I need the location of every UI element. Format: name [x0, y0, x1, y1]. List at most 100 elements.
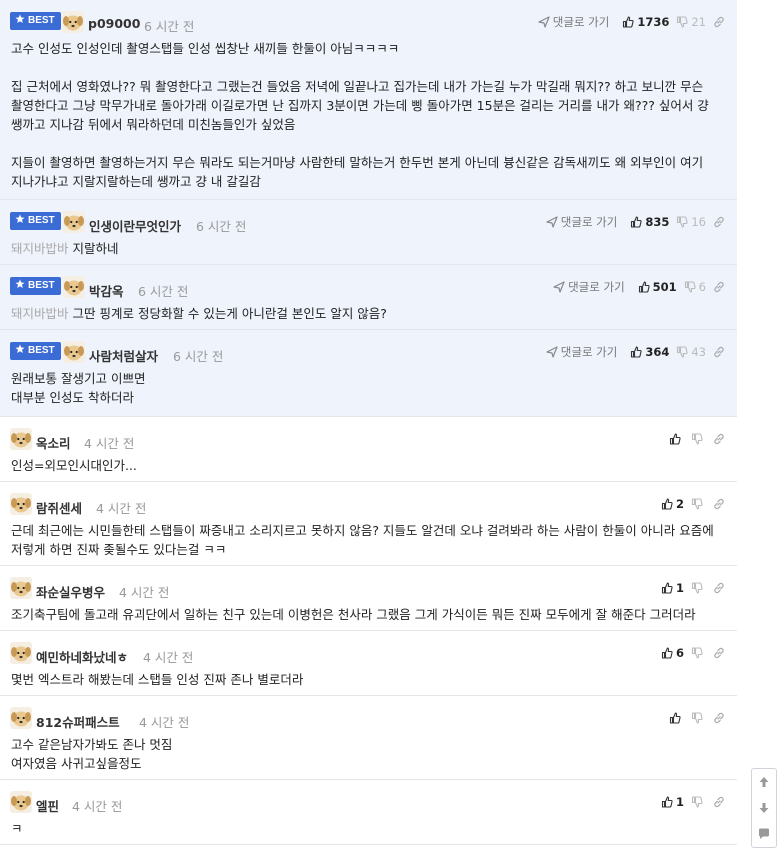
downvote-button[interactable] [691, 647, 706, 659]
avatar[interactable] [10, 577, 32, 599]
downvote-button[interactable] [691, 433, 706, 445]
best-badge-label: BEST [28, 215, 55, 226]
downvote-button[interactable] [691, 498, 706, 510]
reply-arrow-icon [553, 281, 565, 293]
comment-body: 몇번 엑스트라 해봤는데 스탭들 인성 진짜 존나 별로더라 [0, 663, 737, 699]
comment-author[interactable]: 엘핀 [36, 796, 59, 815]
reply-arrow-icon [546, 346, 558, 358]
comment-text: 고수 인성도 인성인데 촬영스탭들 인성 씹창난 새끼들 한둘이 아님ㅋㅋㅋㅋ [11, 41, 400, 56]
permalink-button[interactable] [713, 433, 725, 445]
avatar[interactable] [10, 642, 32, 664]
permalink-button[interactable] [713, 16, 725, 28]
reply-link[interactable]: 댓글로 가기 [546, 344, 617, 360]
comment-author[interactable]: 박감옥 [89, 281, 124, 300]
comment-actions: 1 [661, 794, 725, 810]
upvote-button[interactable]: 1 [661, 795, 684, 809]
downvote-button[interactable] [691, 796, 706, 808]
thumbs-up-icon [661, 498, 673, 510]
comment-text: 지랄하네 [72, 241, 119, 256]
comment-author[interactable]: 812슈퍼패스트 [36, 712, 120, 731]
avatar[interactable] [62, 11, 84, 33]
arrow-up-icon[interactable] [757, 775, 771, 789]
comment-item: BEST 사람처럼살자 6 시간 전 댓글로 가기 364 43 원래보통 잘생기고 이쁘면… [0, 330, 737, 417]
upvote-button[interactable] [669, 712, 684, 724]
best-badge-label: BEST [28, 15, 55, 26]
comment-author[interactable]: p09000 [88, 16, 140, 31]
avatar[interactable] [10, 493, 32, 515]
comment-text: 인성=외모인시대인가... [11, 458, 137, 473]
avatar[interactable] [63, 341, 85, 363]
permalink-button[interactable] [713, 498, 725, 510]
comment-time: 6 시간 전 [196, 219, 247, 234]
downvote-button[interactable] [691, 582, 706, 594]
permalink-button[interactable] [713, 712, 725, 724]
downvote-button[interactable] [691, 712, 706, 724]
comment-author[interactable]: 예민하네화났네ㅎ [36, 647, 128, 666]
permalink-button[interactable] [713, 346, 725, 358]
thumbs-up-icon [669, 712, 681, 724]
reply-target[interactable]: 돼지바밥바 [11, 241, 69, 256]
comment-body: ㅋ [0, 812, 737, 848]
avatar[interactable] [63, 211, 85, 233]
upvote-button[interactable]: 1 [661, 581, 684, 595]
downvote-count: 16 [691, 215, 706, 229]
downvote-button[interactable]: 16 [676, 215, 706, 229]
upvote-count: 501 [652, 280, 677, 294]
chat-bubble-icon[interactable] [757, 827, 771, 841]
thumbs-down-icon [691, 498, 703, 510]
comment-author[interactable]: 좌순실우병우 [36, 582, 105, 601]
arrow-down-icon[interactable] [757, 801, 771, 815]
upvote-button[interactable]: 1736 [622, 15, 669, 29]
comment-actions: 댓글로 가기 835 16 [546, 214, 725, 230]
comment-header: BEST 사람처럼살자 6 시간 전 댓글로 가기 364 43 [0, 330, 737, 365]
upvote-button[interactable]: 6 [661, 646, 684, 660]
upvote-button[interactable]: 364 [630, 345, 669, 359]
comment-paragraph: 조기축구팀에 돌고래 유괴단에서 일하는 친구 있는데 이병헌은 천사라 그랬음… [11, 605, 725, 624]
downvote-button[interactable]: 21 [676, 15, 706, 29]
thumbs-up-icon [623, 16, 634, 28]
comment-author[interactable]: 람쥐센세 [36, 498, 82, 517]
comment-header: 옥소리 4 시간 전 [0, 417, 737, 452]
thumbs-up-icon [631, 346, 642, 358]
permalink-button[interactable] [713, 216, 725, 228]
reply-link[interactable]: 댓글로 가기 [546, 214, 617, 230]
thumbs-up-icon [661, 796, 673, 808]
star-icon [15, 14, 25, 23]
comment-header: 좌순실우병우 4 시간 전 1 [0, 566, 737, 601]
comment-text: 원래보통 잘생기고 이쁘면 대부분 인성도 착하더라 [11, 371, 146, 405]
avatar[interactable] [10, 707, 32, 729]
comment-text: 집 근처에서 영화였나?? 뭐 촬영한다고 그랬는건 들었음 저녁에 일끝나고 … [11, 79, 709, 132]
upvote-button[interactable]: 835 [630, 215, 669, 229]
best-badge-label: BEST [28, 280, 55, 291]
reply-link[interactable]: 댓글로 가기 [553, 279, 625, 295]
comment-time: 6 시간 전 [173, 349, 224, 364]
avatar[interactable] [63, 276, 85, 298]
avatar[interactable] [10, 428, 32, 450]
comment-author[interactable]: 인생이란무엇인가 [89, 216, 181, 235]
permalink-button[interactable] [713, 647, 725, 659]
link-icon [714, 712, 724, 724]
permalink-button[interactable] [713, 796, 725, 808]
comment-header: BEST 인생이란무엇인가 6 시간 전 댓글로 가기 835 16 [0, 200, 737, 235]
downvote-button[interactable]: 6 [684, 280, 706, 294]
upvote-button[interactable]: 2 [661, 497, 684, 511]
comment-time: 4 시간 전 [96, 501, 147, 516]
best-badge: BEST [10, 277, 61, 295]
permalink-button[interactable] [713, 582, 725, 594]
comment-body: 돼지바밥바 지랄하네 [0, 232, 737, 268]
reply-target[interactable]: 돼지바밥바 [11, 306, 69, 321]
comment-header: 람쥐센세 4 시간 전 2 [0, 482, 737, 517]
downvote-button[interactable]: 43 [676, 345, 706, 359]
comment-actions: 댓글로 가기 1736 21 [538, 14, 725, 30]
upvote-button[interactable]: 501 [638, 280, 677, 294]
comment-header: 예민하네화났네ㅎ 4 시간 전 6 [0, 631, 737, 666]
upvote-count: 364 [645, 345, 670, 359]
upvote-button[interactable] [669, 433, 684, 445]
avatar[interactable] [10, 791, 32, 813]
comment-author[interactable]: 옥소리 [36, 433, 71, 452]
permalink-button[interactable] [713, 281, 725, 293]
comment-author[interactable]: 사람처럼살자 [89, 346, 158, 365]
reply-link[interactable]: 댓글로 가기 [538, 14, 609, 30]
thumbs-down-icon [691, 712, 703, 724]
thumbs-up-icon [638, 281, 650, 293]
